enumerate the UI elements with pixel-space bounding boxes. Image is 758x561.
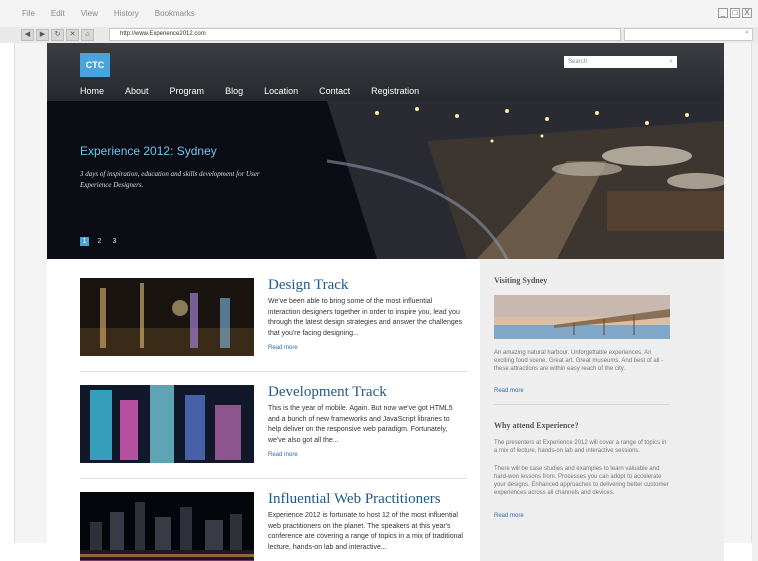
minimize-button[interactable]: _ — [718, 8, 728, 18]
browser-search-input[interactable]: ⌕ — [624, 28, 753, 41]
browser-window: File Edit View History Bookmarks _ □ X ◀… — [0, 0, 758, 561]
menu-edit[interactable]: Edit — [51, 9, 65, 18]
pager-page-1[interactable]: 1 — [80, 237, 89, 246]
main-content: Design Track We've been able to bring so… — [47, 259, 724, 561]
vertical-scrollbar[interactable] — [752, 43, 758, 561]
search-icon: ⌕ — [745, 29, 749, 36]
article-excerpt: This is the year of mobile. Again. But n… — [268, 405, 453, 444]
design-track-image — [80, 278, 254, 356]
browser-menubar: File Edit View History Bookmarks — [0, 0, 758, 27]
nav-contact[interactable]: Contact — [319, 86, 350, 96]
menu-file[interactable]: File — [22, 9, 35, 18]
nav-registration[interactable]: Registration — [371, 86, 419, 96]
address-toolbar: ◀ ▶ ↻ ✕ ⌂ http://www.Experience2012.com … — [0, 27, 758, 43]
nav-program[interactable]: Program — [170, 86, 205, 96]
hero-pager: 1 2 3 — [80, 237, 119, 246]
nav-blog[interactable]: Blog — [225, 86, 243, 96]
article-thumbnail[interactable] — [80, 492, 254, 561]
hero-title: Experience 2012: Sydney — [80, 144, 217, 158]
sidebar-title-visiting: Visiting Sydney — [494, 276, 548, 285]
read-more-link[interactable]: Read more — [268, 345, 298, 351]
menu-bookmarks[interactable]: Bookmarks — [155, 9, 195, 18]
sidebar-title-why: Why attend Experience? — [494, 421, 579, 430]
sidebar-divider — [494, 404, 670, 405]
nav-home[interactable]: Home — [80, 86, 104, 96]
article-title[interactable]: Design Track — [268, 277, 348, 294]
sidebar: Visiting Sydney An amazing natural harbo… — [480, 259, 724, 561]
site-search-input[interactable]: Search ⌕ — [564, 56, 677, 68]
menu-view[interactable]: View — [81, 9, 98, 18]
window-controls: _ □ X — [718, 8, 752, 18]
article-thumbnail[interactable] — [80, 278, 254, 356]
article-excerpt: We've been able to bring some of the mos… — [268, 298, 463, 337]
read-more-link[interactable]: Read more — [268, 452, 298, 458]
article-title[interactable]: Development Track — [268, 384, 387, 401]
article-excerpt: Experience 2012 is fortunate to host 12 … — [268, 512, 463, 551]
menu-history[interactable]: History — [114, 9, 139, 18]
pager-page-2[interactable]: 2 — [95, 237, 104, 246]
hero-subtitle: 3 days of inspiration, education and ski… — [80, 170, 260, 189]
practitioners-image — [80, 492, 254, 561]
site-search-placeholder: Search — [568, 59, 588, 65]
development-track-image — [80, 385, 254, 463]
nav-location[interactable]: Location — [264, 86, 298, 96]
site-header: CTC Search ⌕ Home About Program Blog Loc… — [47, 43, 724, 101]
pager-page-3[interactable]: 3 — [110, 237, 119, 246]
article-thumbnail[interactable] — [80, 385, 254, 463]
stop-icon[interactable]: ✕ — [66, 29, 79, 41]
home-icon[interactable]: ⌂ — [81, 29, 94, 41]
url-input[interactable]: http://www.Experience2012.com — [109, 28, 621, 41]
back-icon[interactable]: ◀ — [21, 29, 34, 41]
reload-icon[interactable]: ↻ — [51, 29, 64, 41]
nav-buttons: ◀ ▶ ↻ ✕ ⌂ — [21, 29, 94, 41]
sidebar-why-text-1: The presenters at Experience 2012 will c… — [494, 440, 667, 454]
main-nav: Home About Program Blog Location Contact… — [80, 86, 440, 96]
sidebar-visiting-text: An amazing natural harbour. Unforgettabl… — [494, 350, 664, 372]
forward-icon[interactable]: ▶ — [36, 29, 49, 41]
article-divider — [80, 371, 467, 372]
maximize-button[interactable]: □ — [730, 8, 740, 18]
close-button[interactable]: X — [742, 8, 752, 18]
sydney-image[interactable] — [494, 295, 670, 339]
article-title[interactable]: Influential Web Practitioners — [268, 491, 441, 508]
sidebar-why-text-2: There will be case studies and examples … — [494, 466, 669, 496]
read-more-link[interactable]: Read more — [494, 388, 524, 394]
read-more-link[interactable]: Read more — [494, 513, 524, 519]
site-logo[interactable]: CTC — [80, 53, 110, 77]
search-icon[interactable]: ⌕ — [669, 56, 673, 68]
hero-banner: Experience 2012: Sydney 3 days of inspir… — [47, 101, 724, 259]
nav-about[interactable]: About — [125, 86, 149, 96]
article-divider — [80, 478, 467, 479]
